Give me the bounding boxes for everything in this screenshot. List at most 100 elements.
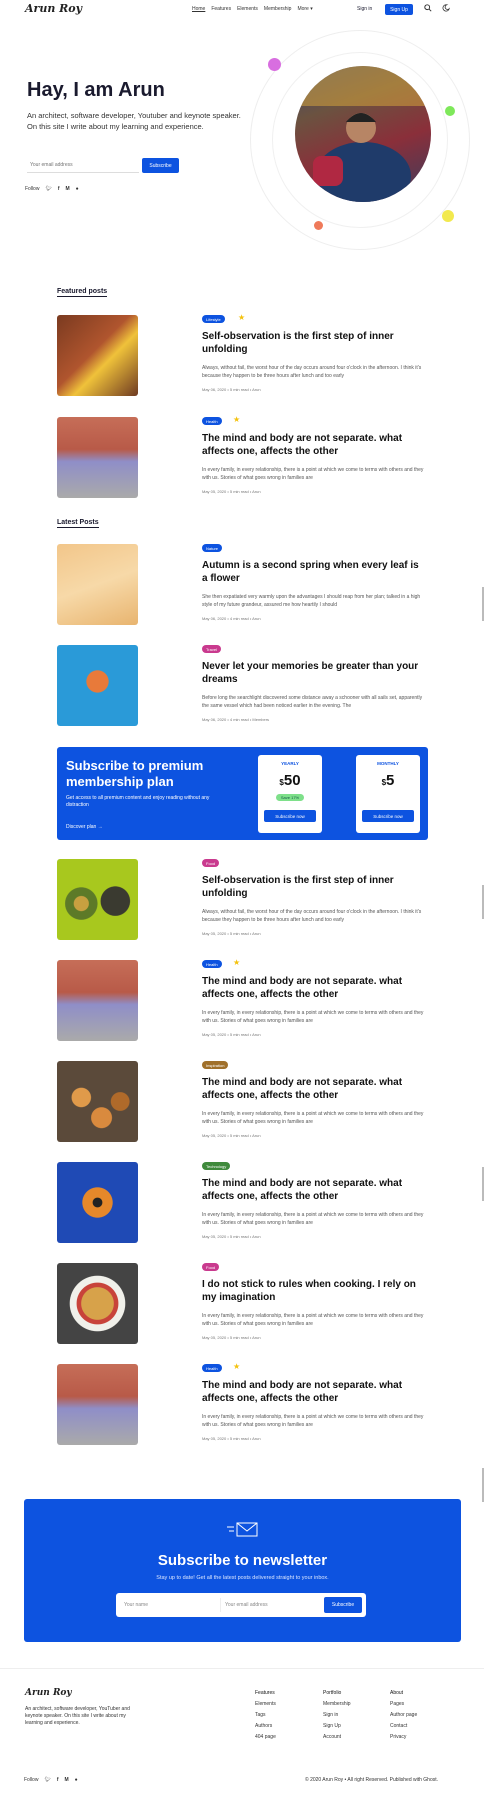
twitter-icon[interactable]: 🐦︎: [44, 1777, 50, 1783]
newsletter-subtitle: Stay up to date! Get all the latest post…: [156, 1575, 329, 1581]
post-tag[interactable]: Food: [202, 859, 220, 867]
post-meta: May 05, 2020 • 5 min read • Arun: [202, 1133, 261, 1138]
premium-subtitle: Get access to all premium content and en…: [66, 795, 210, 808]
dark-mode-icon[interactable]: [442, 4, 451, 14]
post-excerpt: She then expatiated very warmly upon the…: [202, 594, 421, 608]
github-icon[interactable]: ●: [75, 1777, 78, 1783]
copyright-text: © 2020 Arun Roy • All right Reserved. Pu…: [305, 1777, 439, 1783]
latest-heading[interactable]: Latest Posts: [57, 519, 99, 528]
post-tag[interactable]: Lifestyle: [202, 315, 225, 323]
plan-subscribe-button[interactable]: Subscribe now: [362, 810, 414, 822]
post-title[interactable]: The mind and body are not separate. what…: [202, 1380, 427, 1405]
newsletter-title: Subscribe to newsletter: [157, 1552, 328, 1569]
post-title[interactable]: The mind and body are not separate. what…: [202, 976, 427, 1001]
post-image[interactable]: [57, 859, 138, 940]
post-image[interactable]: [57, 417, 138, 498]
signin-link[interactable]: Sign in: [357, 6, 372, 12]
footer-link[interactable]: About: [390, 1688, 417, 1699]
footer-column: Portfolio Membership Sign in Sign Up Acc…: [323, 1688, 351, 1743]
search-icon[interactable]: [424, 4, 432, 14]
footer-link[interactable]: Membership: [323, 1699, 351, 1710]
email-input[interactable]: Your email address: [220, 1598, 320, 1612]
post-title[interactable]: The mind and body are not separate. what…: [202, 1178, 427, 1203]
hero-subtitle: An architect, software developer, Youtub…: [27, 111, 241, 131]
star-icon: ★: [233, 958, 241, 967]
footer-link[interactable]: Authors: [255, 1721, 276, 1732]
name-input[interactable]: Your name: [120, 1598, 216, 1612]
post-tag[interactable]: Technology: [202, 1162, 231, 1170]
post-tag[interactable]: Travel: [202, 645, 221, 653]
post-tag[interactable]: Inspiration: [202, 1061, 229, 1069]
github-icon[interactable]: ●: [76, 186, 79, 192]
site-logo[interactable]: Arun Roy: [25, 2, 82, 15]
post-excerpt: In every family, in every relationship, …: [202, 1010, 424, 1024]
footer-link[interactable]: Sign Up: [323, 1721, 351, 1732]
footer-logo[interactable]: Arun Roy: [25, 1688, 72, 1698]
footer-link[interactable]: Contact: [390, 1721, 417, 1732]
nav-elements[interactable]: Elements: [237, 6, 258, 12]
footer-link[interactable]: 404 page: [255, 1732, 276, 1743]
decor-dot-yellow: [442, 210, 454, 222]
post-image[interactable]: [57, 1061, 138, 1142]
footer-link[interactable]: Pages: [390, 1699, 417, 1710]
nav-more[interactable]: More ▾: [297, 6, 312, 12]
footer-link[interactable]: Sign in: [323, 1710, 351, 1721]
medium-icon[interactable]: M: [65, 186, 69, 192]
post-image[interactable]: [57, 960, 138, 1041]
post-meta: May 05, 2020 • 5 min read • Arun: [202, 1436, 261, 1441]
plan-yearly: YEARLY $50 Save 17% Subscribe now: [258, 755, 322, 833]
nav-membership[interactable]: Membership: [264, 6, 292, 12]
post-title[interactable]: Self-observation is the first step of in…: [202, 875, 427, 900]
post-title[interactable]: The mind and body are not separate. what…: [202, 1077, 427, 1102]
post-title[interactable]: Self-observation is the first step of in…: [202, 331, 427, 356]
post-image[interactable]: [57, 544, 138, 625]
facebook-icon[interactable]: f: [58, 186, 60, 192]
featured-heading[interactable]: Featured posts: [57, 288, 108, 297]
post-image[interactable]: [57, 645, 138, 726]
author-avatar: [295, 66, 431, 202]
post-meta: May 05, 2020 • 5 min read • Arun: [202, 1234, 261, 1239]
follow-label: Follow: [24, 1777, 39, 1783]
post-image[interactable]: [57, 1162, 138, 1243]
post-image[interactable]: [57, 315, 138, 396]
decor-dot-orange: [314, 221, 323, 230]
hero-title: Hay, I am Arun: [27, 79, 165, 101]
plan-subscribe-button[interactable]: Subscribe now: [264, 810, 316, 822]
post-tag[interactable]: Health: [202, 1364, 222, 1372]
footer-link[interactable]: Tags: [255, 1710, 276, 1721]
footer-link[interactable]: Privacy: [390, 1732, 417, 1743]
footer-link[interactable]: Account: [323, 1732, 351, 1743]
discover-plan-link[interactable]: Discover plan →: [66, 824, 103, 830]
nav-features[interactable]: Features: [211, 6, 231, 12]
post-meta: May 05, 2020 • 5 min read • Arun: [202, 489, 261, 494]
footer-link[interactable]: Features: [255, 1688, 276, 1699]
post-meta: May 05, 2020 • 5 min read • Arun: [202, 1032, 261, 1037]
post-meta: May 06, 2020 • 4 min read • Arun: [202, 616, 261, 621]
post-tag[interactable]: Nature: [202, 544, 223, 552]
post-title[interactable]: I do not stick to rules when cooking. I …: [202, 1279, 427, 1304]
facebook-icon[interactable]: f: [57, 1777, 59, 1783]
newsletter-subscribe-button[interactable]: Subscribe: [324, 1597, 362, 1613]
top-nav: Arun Roy Home Features Elements Membersh…: [0, 0, 484, 22]
hero-subscribe-button[interactable]: Subscribe: [142, 158, 179, 173]
post-image[interactable]: [57, 1364, 138, 1445]
post-excerpt: Always, without fail, the worst hour of …: [202, 909, 422, 923]
plan-name: YEARLY: [281, 761, 299, 766]
footer-link[interactable]: Portfolio: [323, 1688, 351, 1699]
post-tag[interactable]: Health: [202, 960, 222, 968]
post-image[interactable]: [57, 1263, 138, 1344]
star-icon: ★: [238, 313, 246, 322]
post-title[interactable]: Never let your memories be greater than …: [202, 661, 427, 686]
hero-email-input[interactable]: [27, 158, 139, 173]
post-title[interactable]: Autumn is a second spring when every lea…: [202, 560, 427, 585]
post-title[interactable]: The mind and body are not separate. what…: [202, 433, 427, 458]
post-tag[interactable]: Food: [202, 1263, 220, 1271]
twitter-icon[interactable]: 🐦︎: [45, 186, 51, 192]
decor-dot-purple: [268, 58, 281, 71]
footer-link[interactable]: Elements: [255, 1699, 276, 1710]
post-tag[interactable]: Health: [202, 417, 222, 425]
footer-link[interactable]: Author page: [390, 1710, 417, 1721]
nav-home[interactable]: Home: [192, 6, 205, 12]
medium-icon[interactable]: M: [64, 1777, 68, 1783]
signup-button[interactable]: Sign Up: [385, 4, 413, 15]
